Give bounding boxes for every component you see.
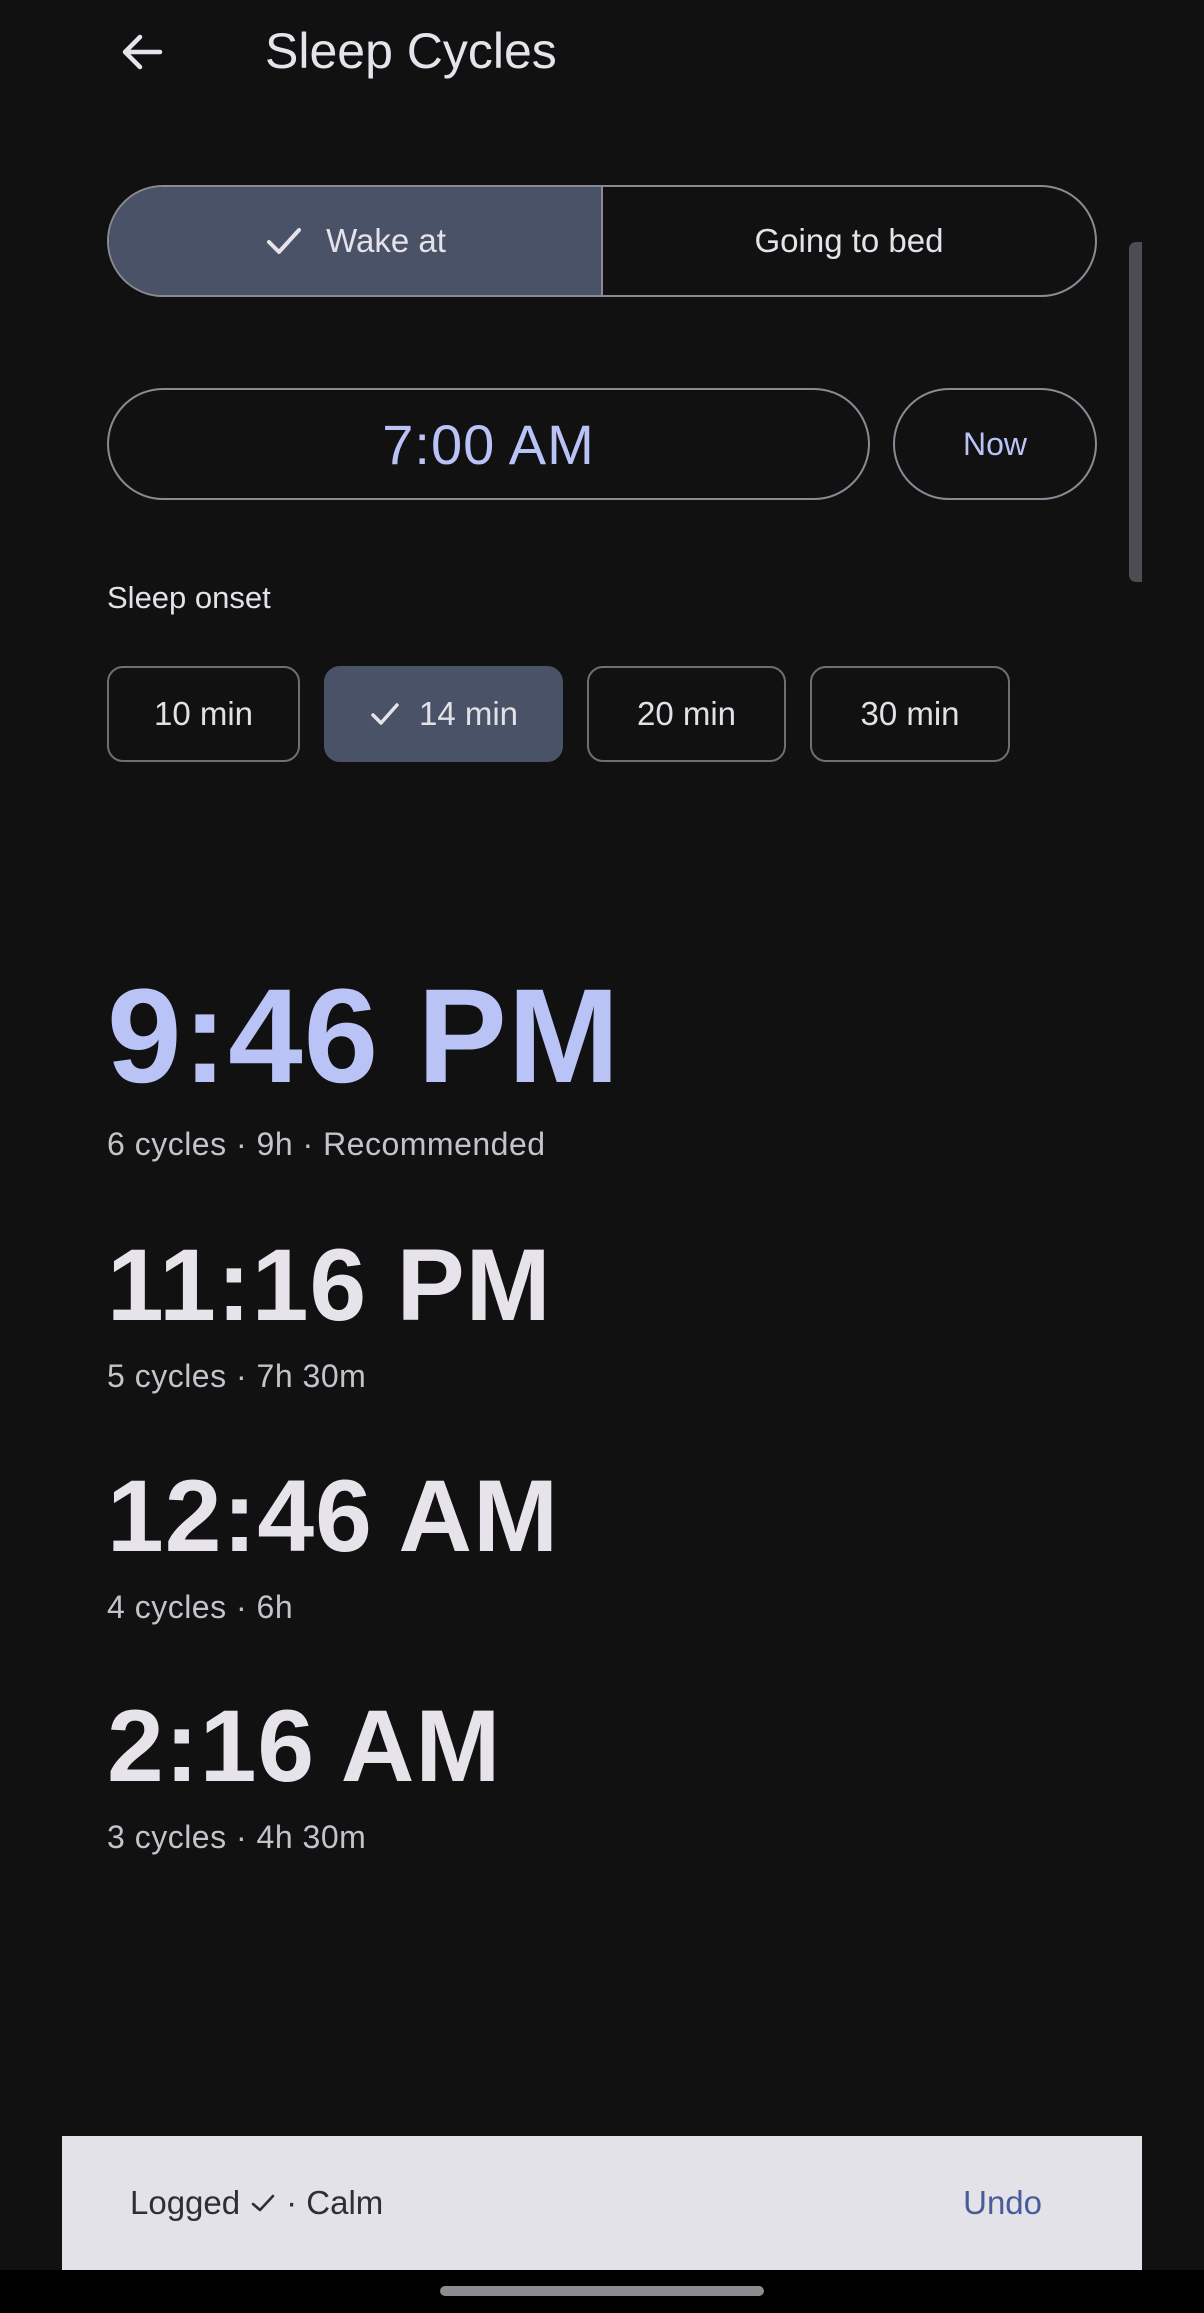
chip-20-min[interactable]: 20 min [587,666,786,762]
cycle-details: 3 cycles · 4h 30m [107,1819,367,1855]
result-item[interactable]: 12:46 AM 4 cycles · 6h [107,1465,559,1626]
segment-label: Going to bed [754,222,944,259]
cycle-details: 5 cycles · 7h 30m [107,1358,367,1394]
time-picker-button[interactable]: 7:00 AM [107,388,870,500]
chip-label: 10 min [153,695,254,732]
snackbar-message: Logged · Calm [130,2184,383,2222]
sleep-cycles-screen: Sleep Cycles Wake at Going to bed 7:00 A… [0,0,1204,2313]
check-icon [371,703,399,725]
chip-label: 14 min [418,695,519,732]
chip-14-min[interactable]: 14 min [324,666,563,762]
chip-label: 30 min [860,695,960,732]
page-title: Sleep Cycles [265,23,557,79]
cycle-details: 6 cycles · 9h · Recommended [107,1126,546,1162]
chip-label: 20 min [636,695,737,732]
bedtime-value: 12:46 AM [107,1459,560,1573]
sleep-onset-label: Sleep onset [107,580,271,615]
chip-30-min[interactable]: 30 min [810,666,1010,762]
check-icon [267,228,302,254]
home-gesture-handle[interactable] [440,2286,764,2296]
segment-going-to-bed[interactable]: Going to bed [601,187,1095,295]
result-item-recommended[interactable]: 9:46 PM 6 cycles · 9h · Recommended [107,970,620,1163]
now-button[interactable]: Now [893,388,1097,500]
segment-label: Wake at [326,222,446,259]
bedtime-value: 9:46 PM [107,962,621,1111]
cycle-details: 4 cycles · 6h [107,1589,294,1625]
scrollbar[interactable] [1129,242,1142,582]
snackbar: Logged · Calm Undo [62,2136,1142,2270]
segment-wake-at[interactable]: Wake at [109,187,601,295]
bedtime-value: 11:16 PM [107,1228,552,1342]
snackbar-text: Logged [130,2184,241,2221]
arrow-left-icon [122,34,163,70]
back-button[interactable] [106,18,178,86]
result-item[interactable]: 2:16 AM 3 cycles · 4h 30m [107,1695,501,1856]
check-icon [251,2194,275,2212]
mode-segmented-control: Wake at Going to bed [107,185,1097,297]
undo-button[interactable]: Undo [963,2184,1042,2222]
result-item[interactable]: 11:16 PM 5 cycles · 7h 30m [107,1234,552,1395]
chip-10-min[interactable]: 10 min [107,666,300,762]
snackbar-text: · Calm [286,2184,384,2221]
bedtime-value: 2:16 AM [107,1689,502,1803]
sleep-onset-chips: 10 min 14 min 20 min 30 min [107,666,1010,762]
